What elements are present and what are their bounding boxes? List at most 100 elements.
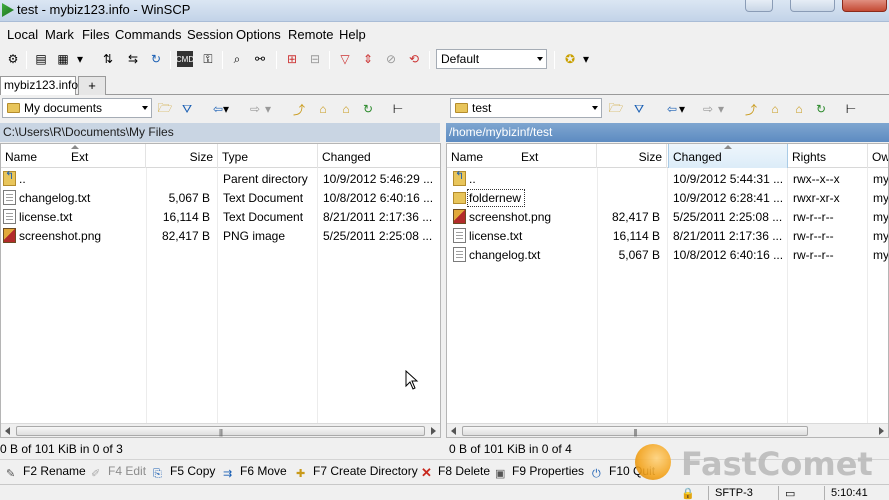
column-owner[interactable]: Ow xyxy=(868,144,888,168)
chevron-down-icon[interactable]: ▾ xyxy=(264,101,272,117)
minimize-button[interactable] xyxy=(745,0,773,12)
parent-directory-icon xyxy=(3,169,16,186)
transfer-queue-icon[interactable]: ▭ xyxy=(778,486,802,500)
home-directory-icon[interactable]: ⌂ xyxy=(338,101,354,117)
file-row[interactable]: .. Parent directory 10/9/2012 5:46:29 ..… xyxy=(1,169,440,189)
parent-directory-icon[interactable]: ⤴ xyxy=(743,101,759,117)
chevron-down-icon[interactable]: ▾ xyxy=(717,101,725,117)
menu-options[interactable]: Options xyxy=(236,27,281,42)
tab-session[interactable]: mybiz123.info xyxy=(0,76,78,95)
scrollbar-thumb[interactable]: ||| xyxy=(16,426,425,437)
remote-path-bar[interactable]: /home/mybizinf/test xyxy=(446,123,889,142)
forward-icon[interactable]: ⇨ xyxy=(247,101,263,117)
column-size[interactable]: Size xyxy=(597,144,667,168)
copy-button[interactable]: ⎘ F5 Copy xyxy=(153,464,215,481)
menu-files[interactable]: Files xyxy=(82,27,109,42)
file-row[interactable]: foldernew 10/9/2012 6:28:41 ... rwxr-xr-… xyxy=(447,189,888,208)
chevron-down-icon[interactable]: ▾ xyxy=(581,51,591,67)
root-directory-icon[interactable]: ⌂ xyxy=(767,101,783,117)
file-row[interactable]: .. 10/9/2012 5:44:31 ... rwx--x--x my xyxy=(447,169,888,189)
file-row[interactable]: changelog.txt 5,067 B Text Document 10/8… xyxy=(1,189,440,208)
refresh-icon[interactable]: ↻ xyxy=(360,101,376,117)
scroll-left-icon[interactable] xyxy=(451,427,456,435)
file-row[interactable]: changelog.txt 5,067 B 10/8/2012 6:40:16 … xyxy=(447,246,888,265)
create-directory-button[interactable]: ✚ F7 Create Directory xyxy=(296,464,418,480)
transfer-settings-icon[interactable]: ✪ xyxy=(562,51,578,67)
column-size[interactable]: Size xyxy=(146,144,218,168)
column-changed[interactable]: Changed xyxy=(668,144,788,168)
putty-icon[interactable]: ⚿ xyxy=(200,51,216,67)
queue-icon[interactable]: ▦ xyxy=(55,51,71,67)
restore-selection-icon[interactable]: ⟲ xyxy=(406,51,422,67)
delete-button[interactable]: ✕ F8 Delete xyxy=(421,464,490,480)
chevron-down-icon xyxy=(142,106,148,110)
filter-icon[interactable]: ▽ xyxy=(337,51,353,67)
properties-button[interactable]: ▣ F9 Properties xyxy=(495,464,584,480)
refresh-icon[interactable]: ↻ xyxy=(148,51,164,67)
menu-remote[interactable]: Remote xyxy=(288,27,334,42)
menu-session[interactable]: Session xyxy=(187,27,233,42)
quit-button[interactable]: ⏻ F10 Quit xyxy=(592,464,655,481)
console-icon[interactable]: CMD xyxy=(176,51,194,67)
move-key: F6 xyxy=(240,464,255,478)
rename-button[interactable]: ✎ F2 Rename xyxy=(6,464,86,480)
queue-dropdown-icon[interactable]: ▾ xyxy=(75,51,85,67)
file-name: license.txt xyxy=(469,229,523,243)
file-row[interactable]: license.txt 16,114 B 8/21/2011 2:17:36 .… xyxy=(447,227,888,246)
scrollbar-thumb[interactable]: ||| xyxy=(462,426,808,437)
open-terminal-icon[interactable]: ▤ xyxy=(33,51,49,67)
scroll-right-icon[interactable] xyxy=(431,427,436,435)
column-ext[interactable]: Ext xyxy=(67,144,146,168)
chevron-down-icon[interactable]: ▾ xyxy=(222,101,230,117)
select-files-icon[interactable]: ⊞ xyxy=(284,51,300,67)
home-directory-icon[interactable]: ⌂ xyxy=(791,101,807,117)
menu-local[interactable]: Local xyxy=(7,27,38,42)
file-row[interactable]: screenshot.png 82,417 B PNG image 5/25/2… xyxy=(1,227,440,246)
new-tab-button[interactable]: + xyxy=(78,76,106,95)
scroll-left-icon[interactable] xyxy=(5,427,10,435)
close-button[interactable] xyxy=(842,0,887,12)
compare-icon[interactable]: ⇆ xyxy=(125,51,141,67)
horizontal-scrollbar[interactable]: ||| xyxy=(447,423,888,437)
menu-mark[interactable]: Mark xyxy=(45,27,74,42)
file-row[interactable]: license.txt 16,114 B Text Document 8/21/… xyxy=(1,208,440,227)
tree-view-icon[interactable]: ⊢ xyxy=(843,101,859,117)
column-changed[interactable]: Changed xyxy=(318,144,440,168)
menu-commands[interactable]: Commands xyxy=(115,27,181,42)
chevron-down-icon[interactable]: ▾ xyxy=(678,101,686,117)
open-directory-icon[interactable]: 🗁 xyxy=(157,101,173,117)
synchronize-icon[interactable]: ⇅ xyxy=(100,51,116,67)
file-row[interactable]: screenshot.png 82,417 B 5/25/2011 2:25:0… xyxy=(447,208,888,227)
root-directory-icon[interactable]: ⌂ xyxy=(315,101,331,117)
column-type[interactable]: Type xyxy=(218,144,318,168)
filter-icon[interactable]: ⛛ xyxy=(631,101,647,117)
column-name[interactable]: Name xyxy=(447,144,517,168)
edit-button[interactable]: ✐ F4 Edit xyxy=(91,464,146,480)
clear-selection-icon[interactable]: ⊘ xyxy=(383,51,399,67)
horizontal-scrollbar[interactable]: ||| xyxy=(1,423,440,437)
column-ext[interactable]: Ext xyxy=(517,144,597,168)
tree-view-icon[interactable]: ⊢ xyxy=(390,101,406,117)
maximize-button[interactable] xyxy=(790,0,835,12)
preferences-gear-icon[interactable]: ⚙ xyxy=(5,51,21,67)
binoculars-icon[interactable]: ⚯ xyxy=(252,51,268,67)
scroll-right-icon[interactable] xyxy=(879,427,884,435)
local-file-list[interactable]: Name Ext Size Type Changed .. Parent dir… xyxy=(0,143,441,438)
filter-icon[interactable]: ⛛ xyxy=(179,101,195,117)
find-files-icon[interactable]: ⌕ xyxy=(229,51,245,67)
forward-icon[interactable]: ⇨ xyxy=(700,101,716,117)
unselect-files-icon[interactable]: ⊟ xyxy=(307,51,323,67)
column-rights[interactable]: Rights xyxy=(788,144,868,168)
local-path-bar[interactable]: C:\Users\R\Documents\My Files xyxy=(0,123,440,142)
invert-selection-icon[interactable]: ⇕ xyxy=(360,51,376,67)
local-directory-combo[interactable]: My documents xyxy=(2,98,152,118)
menu-help[interactable]: Help xyxy=(339,27,366,42)
remote-file-list[interactable]: Name Ext Size Changed Rights Ow .. 10/9/… xyxy=(446,143,889,438)
parent-directory-icon[interactable]: ⤴ xyxy=(291,101,307,117)
remote-directory-combo[interactable]: test xyxy=(450,98,602,118)
refresh-icon[interactable]: ↻ xyxy=(813,101,829,117)
open-directory-icon[interactable]: 🗁 xyxy=(608,101,624,117)
move-button[interactable]: ⇉ F6 Move xyxy=(223,464,287,480)
transfer-settings-combo[interactable]: Default xyxy=(436,49,547,69)
toolbar-separator xyxy=(26,51,27,69)
